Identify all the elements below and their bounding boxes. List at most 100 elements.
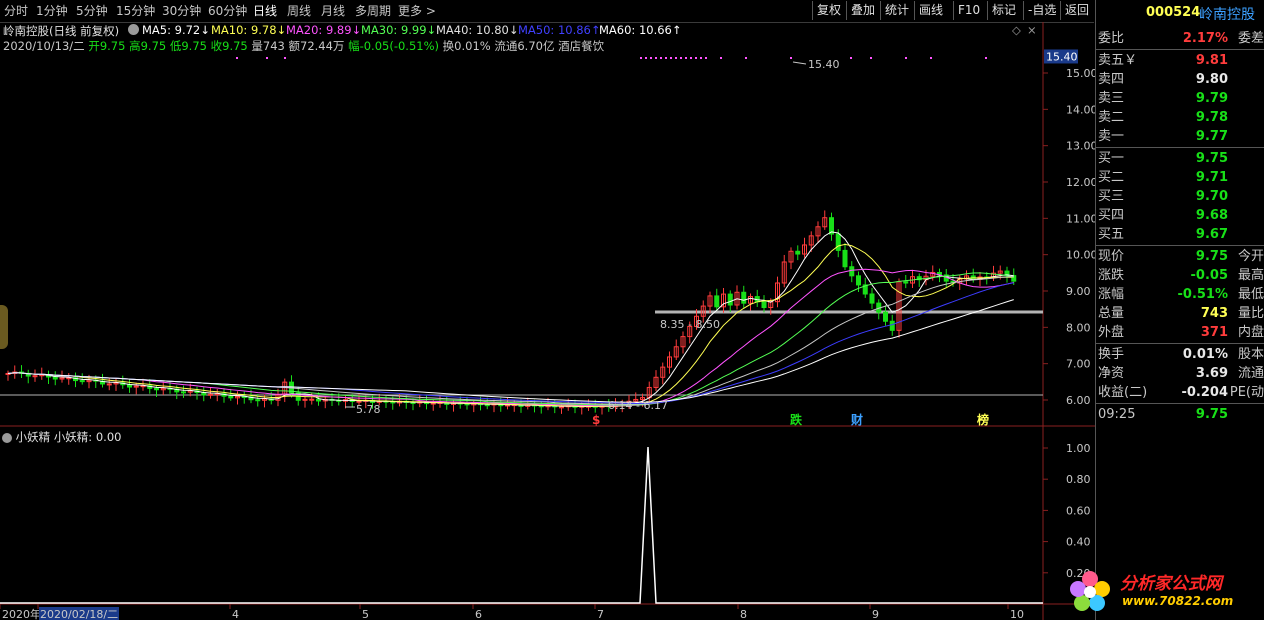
flower-logo-icon [1066,567,1114,615]
marker-dot [685,57,687,59]
marker-dot [985,57,987,59]
indicator-line [0,447,1043,603]
quote-divider [1096,147,1264,148]
marker-dot [905,57,907,59]
sell-row-1: 卖四 9.80 [1096,70,1264,89]
stat-row-6-label: 净资 [1098,364,1124,383]
buy-row-2-value: 9.70 [1196,187,1228,206]
indicator-legend: 小妖精 小妖精: 0.00 [2,429,121,445]
quote-divider [1096,343,1264,344]
quote-header: 000524 岭南控股 [1096,3,1264,25]
candle-body [128,385,132,387]
stat-row-0-label: 现价 [1098,247,1124,266]
candle-body [80,381,84,382]
x-tick-label: 2020年 [2,607,41,620]
stat-row-3: 总量 743 量比 [1096,304,1264,323]
buy-row-4-label: 买五 [1098,225,1124,244]
x-tick-label: 4 [232,608,239,620]
stat-row-1-value: -0.05 [1191,266,1228,285]
marker-dot [870,57,872,59]
sell-row-2-value: 9.79 [1196,89,1228,108]
sell-row-4: 卖一 9.77 [1096,127,1264,146]
quote-divider [1096,403,1264,404]
signal-label-3: 榜 [977,412,989,427]
stat-row-0-extra: 今开 [1238,247,1264,266]
stock-name: 岭南控股 [1199,4,1255,24]
sell-row-2: 卖三 9.79 [1096,89,1264,108]
y-tick-label: 6.00 [1066,394,1091,407]
time-row-label: 09:25 [1098,405,1135,424]
stat-row-3-value: 743 [1201,304,1228,323]
buy-row-1-label: 买二 [1098,168,1124,187]
sell-row-3-value: 9.78 [1196,108,1228,127]
time-row: 09:25 9.75 [1096,405,1264,424]
candlestick-chart[interactable]: 15.40 15.00 14.00 13.00 12.00 11.00 10.00 9.00 8… [0,0,1095,620]
sell-row-3-label: 卖二 [1098,108,1124,127]
candle-body [890,321,894,330]
signal-label-0: $ [592,413,600,427]
marker-dot [695,57,697,59]
time-row-value: 9.75 [1196,405,1228,424]
y-tick-label: 13.00 [1066,140,1095,153]
stat-row-4-value: 371 [1201,323,1228,342]
indicator-settings-icon[interactable] [2,433,12,443]
signal-label-2: 财 [850,412,863,427]
marker-dot [705,57,707,59]
stat-row-6: 净资 3.69 流通 [1096,364,1264,383]
marker-dot [670,57,672,59]
candle-body [303,399,307,400]
x-tick-label: 7 [597,608,604,620]
candle-body [229,396,233,398]
candle-body [796,251,800,254]
stat-row-0-value: 9.75 [1196,247,1228,266]
marker-dot [640,57,642,59]
y-tick-label: 8.00 [1066,321,1091,334]
sell-row-2-label: 卖三 [1098,89,1124,108]
stat-row-2-value: -0.51% [1178,285,1229,304]
x-tick-label: 5 [362,608,369,620]
watermark-url: www.70822.com [1122,594,1233,608]
marker-dot [645,57,647,59]
buy-row-2: 买三 9.70 [1096,187,1264,206]
sell-row-4-value: 9.77 [1196,127,1228,146]
x-tick-label: 2020/02/18/二 [40,608,118,620]
candle-body [742,292,746,303]
sell-row-0-label: 卖五￥ [1098,51,1137,70]
y-tick-label: 15.40 [1046,50,1078,63]
y-tick-label: 14.00 [1066,103,1095,116]
sell-row-0-value: 9.81 [1196,51,1228,70]
sell-row-1-label: 卖四 [1098,70,1124,89]
candle-body [850,267,854,276]
candle-body [310,399,314,400]
marker-dot [284,57,286,59]
marker-dot [690,57,692,59]
stat-row-5: 换手 0.01% 股本 [1096,345,1264,364]
buy-row-0: 买一 9.75 [1096,149,1264,168]
candle-body [134,386,138,387]
candle-body [53,377,57,379]
ind-y-tick-label: 0.80 [1066,473,1091,486]
stat-row-5-label: 换手 [1098,345,1124,364]
price-annotation-3: 5.78 [356,403,381,416]
x-tick-label: 9 [872,608,879,620]
sell-row-1-value: 9.80 [1196,70,1228,89]
signal-label-1: 跌 [790,412,803,427]
candle-body [107,384,111,385]
candle-body [884,312,888,321]
price-annotation-0: 15.40 [808,58,840,71]
buy-row-3-value: 9.68 [1196,206,1228,225]
indicator-value: 小妖精: 0.00 [54,430,122,444]
marker-dot [675,57,677,59]
stat-row-2-label: 涨幅 [1098,285,1124,304]
y-tick-label: 10.00 [1066,249,1095,262]
weibi-row-label: 委比 [1098,29,1124,48]
buy-row-3-label: 买四 [1098,206,1124,225]
stat-row-4: 外盘 371 内盘 [1096,323,1264,342]
stat-row-4-extra: 内盘 [1238,323,1264,342]
weibi-row: 委比 2.17% 委差 [1096,29,1264,48]
stat-row-6-extra: 流通 [1238,364,1264,383]
stat-row-7-value: -0.204 [1181,383,1228,402]
sidebar-toggle-handle[interactable] [0,305,8,349]
ind-y-tick-label: 1.00 [1066,442,1091,455]
quote-divider [1096,245,1264,246]
